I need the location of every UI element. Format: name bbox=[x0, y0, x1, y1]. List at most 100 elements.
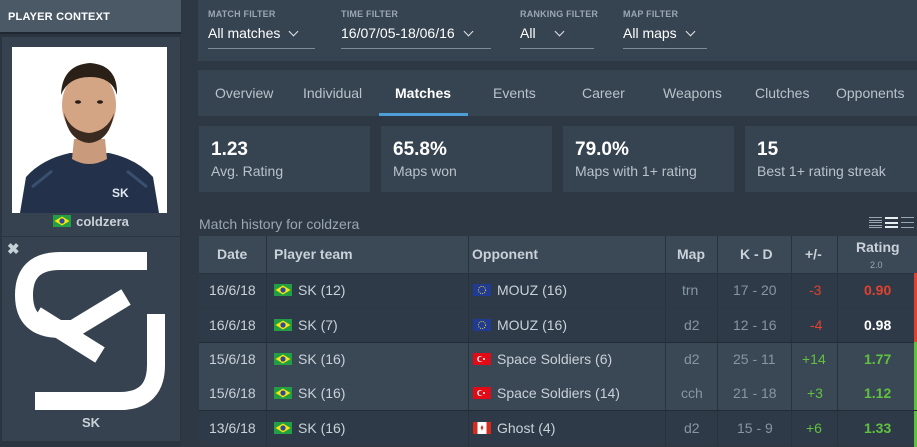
filter-bar: MATCH FILTER All matches TIME FILTER 16/… bbox=[198, 0, 917, 61]
rating-version-label: 2.0 bbox=[870, 260, 883, 270]
column-header-kd[interactable]: K - D bbox=[740, 236, 773, 273]
player-team-cell[interactable]: SK (16) bbox=[274, 342, 345, 376]
ranking-filter-select[interactable]: All bbox=[520, 25, 565, 41]
table-row[interactable]: 16/6/18 SK (7) MOUZ (16) d2 12 - 16 -4 0… bbox=[199, 308, 917, 342]
kd-cell: 15 - 9 bbox=[737, 420, 773, 436]
opponent-text: Space Soldiers (14) bbox=[497, 385, 620, 401]
table-row[interactable]: 15/6/18 SK (16) Space Soldiers (14) cch … bbox=[199, 376, 917, 410]
chevron-down-icon bbox=[463, 26, 474, 37]
brazil-flag-icon bbox=[53, 215, 72, 227]
stat-maps-with-rating: 79.0% Maps with 1+ rating bbox=[563, 126, 734, 192]
column-header-diff[interactable]: +/- bbox=[805, 236, 822, 273]
time-filter-select[interactable]: 16/07/05-18/06/16 bbox=[341, 25, 474, 41]
opponent-text: MOUZ (16) bbox=[497, 282, 567, 298]
opponent-cell[interactable]: Ghost (4) bbox=[473, 411, 555, 445]
map-filter-label: MAP FILTER bbox=[623, 9, 679, 19]
player-team-cell[interactable]: SK (12) bbox=[274, 273, 345, 307]
rating-cell: 0.90 bbox=[864, 282, 892, 298]
player-team-cell[interactable]: SK (7) bbox=[274, 308, 338, 342]
player-context-panel: PLAYER CONTEXT ✖ SK bbox=[0, 0, 181, 447]
brazil-flag-icon bbox=[274, 422, 292, 434]
opponent-text: MOUZ (16) bbox=[497, 317, 567, 333]
opponent-cell[interactable]: Space Soldiers (6) bbox=[473, 342, 612, 376]
tab-clutches[interactable]: Clutches bbox=[755, 70, 809, 116]
kd-cell: 17 - 20 bbox=[733, 282, 777, 298]
ranking-filter-label: RANKING FILTER bbox=[520, 9, 599, 19]
player-team-text: SK (16) bbox=[298, 420, 346, 436]
turkey-flag-icon bbox=[473, 353, 491, 365]
brazil-flag-icon bbox=[274, 353, 292, 365]
player-name[interactable]: coldzera bbox=[76, 214, 129, 229]
table-header: Date Player team Opponent Map K - D +/- … bbox=[199, 236, 917, 273]
row-divider bbox=[199, 410, 917, 411]
player-context-title: PLAYER CONTEXT bbox=[8, 11, 111, 23]
player-name-row[interactable]: coldzera bbox=[2, 211, 180, 231]
brazil-flag-icon bbox=[274, 284, 292, 296]
canada-flag-icon bbox=[473, 422, 491, 434]
list-view-icon[interactable] bbox=[885, 217, 898, 228]
stat-value: 79.0% bbox=[575, 139, 629, 160]
date-cell: 15/6/18 bbox=[209, 385, 256, 401]
stat-value: 1.23 bbox=[211, 139, 248, 160]
opponent-text: Ghost (4) bbox=[497, 420, 556, 436]
view-toggle bbox=[869, 217, 914, 228]
player-team-cell[interactable]: SK (16) bbox=[274, 376, 345, 410]
tab-matches[interactable]: Matches bbox=[395, 70, 451, 116]
team-name[interactable]: SK bbox=[2, 415, 180, 430]
tab-weapons[interactable]: Weapons bbox=[663, 70, 722, 116]
map-cell: cch bbox=[681, 385, 703, 401]
row-divider bbox=[199, 342, 917, 343]
table-row[interactable]: 13/6/18 SK (16) Ghost (4) d2 15 - 9 +6 1… bbox=[199, 411, 917, 445]
player-card[interactable]: ✖ SK bbox=[2, 37, 180, 236]
ranking-filter-value: All bbox=[520, 25, 536, 41]
rating-cell: 1.77 bbox=[864, 351, 892, 367]
tab-opponents[interactable]: Opponents bbox=[836, 70, 905, 116]
stat-label: Best 1+ rating streak bbox=[757, 163, 886, 179]
map-filter-underline bbox=[623, 48, 707, 49]
table-row[interactable]: 15/6/18 SK (16) Space Soldiers (6) d2 25… bbox=[199, 342, 917, 376]
tab-individual[interactable]: Individual bbox=[303, 70, 362, 116]
column-header-opponent[interactable]: Opponent bbox=[472, 236, 538, 273]
map-cell: trn bbox=[682, 282, 699, 298]
player-team-text: SK (12) bbox=[298, 282, 346, 298]
rating-cell: 1.33 bbox=[864, 420, 892, 436]
time-filter-value: 16/07/05-18/06/16 bbox=[341, 25, 455, 41]
match-history-title: Match history for coldzera bbox=[199, 216, 360, 232]
diff-cell: +6 bbox=[806, 420, 822, 436]
opponent-cell[interactable]: MOUZ (16) bbox=[473, 273, 567, 307]
map-cell: d2 bbox=[684, 420, 700, 436]
table-row[interactable]: 16/6/18 SK (12) MOUZ (16) trn 17 - 20 -3… bbox=[199, 273, 917, 307]
date-cell: 16/6/18 bbox=[209, 317, 256, 333]
expanded-view-icon[interactable] bbox=[901, 217, 914, 228]
rating-cell: 1.12 bbox=[864, 385, 892, 401]
opponent-cell[interactable]: MOUZ (16) bbox=[473, 308, 567, 342]
team-card[interactable]: ✖ SK bbox=[2, 237, 180, 441]
kd-cell: 12 - 16 bbox=[733, 317, 777, 333]
eu-flag-icon bbox=[473, 319, 491, 331]
date-cell: 15/6/18 bbox=[209, 351, 256, 367]
tab-overview[interactable]: Overview bbox=[215, 70, 273, 116]
match-filter-select[interactable]: All matches bbox=[208, 25, 299, 41]
row-divider bbox=[199, 273, 917, 274]
date-cell: 16/6/18 bbox=[209, 282, 256, 298]
tab-events[interactable]: Events bbox=[493, 70, 536, 116]
compact-view-icon[interactable] bbox=[869, 217, 882, 228]
stat-label: Avg. Rating bbox=[211, 163, 284, 179]
opponent-cell[interactable]: Space Soldiers (14) bbox=[473, 376, 620, 410]
match-filter-value: All matches bbox=[208, 25, 281, 41]
map-cell: d2 bbox=[684, 317, 700, 333]
chevron-down-icon bbox=[554, 26, 565, 37]
brazil-flag-icon bbox=[274, 387, 292, 399]
column-header-map[interactable]: Map bbox=[677, 236, 705, 273]
map-filter-select[interactable]: All maps bbox=[623, 25, 696, 41]
svg-text:SK: SK bbox=[112, 186, 129, 200]
diff-cell: -3 bbox=[809, 282, 822, 298]
diff-cell: +14 bbox=[802, 351, 826, 367]
column-header-player-team[interactable]: Player team bbox=[274, 236, 353, 273]
column-header-date[interactable]: Date bbox=[217, 236, 247, 273]
turkey-flag-icon bbox=[473, 387, 491, 399]
player-team-text: SK (16) bbox=[298, 385, 346, 401]
tab-career[interactable]: Career bbox=[582, 70, 625, 116]
player-team-cell[interactable]: SK (16) bbox=[274, 411, 345, 445]
sk-logo-icon bbox=[8, 247, 174, 412]
